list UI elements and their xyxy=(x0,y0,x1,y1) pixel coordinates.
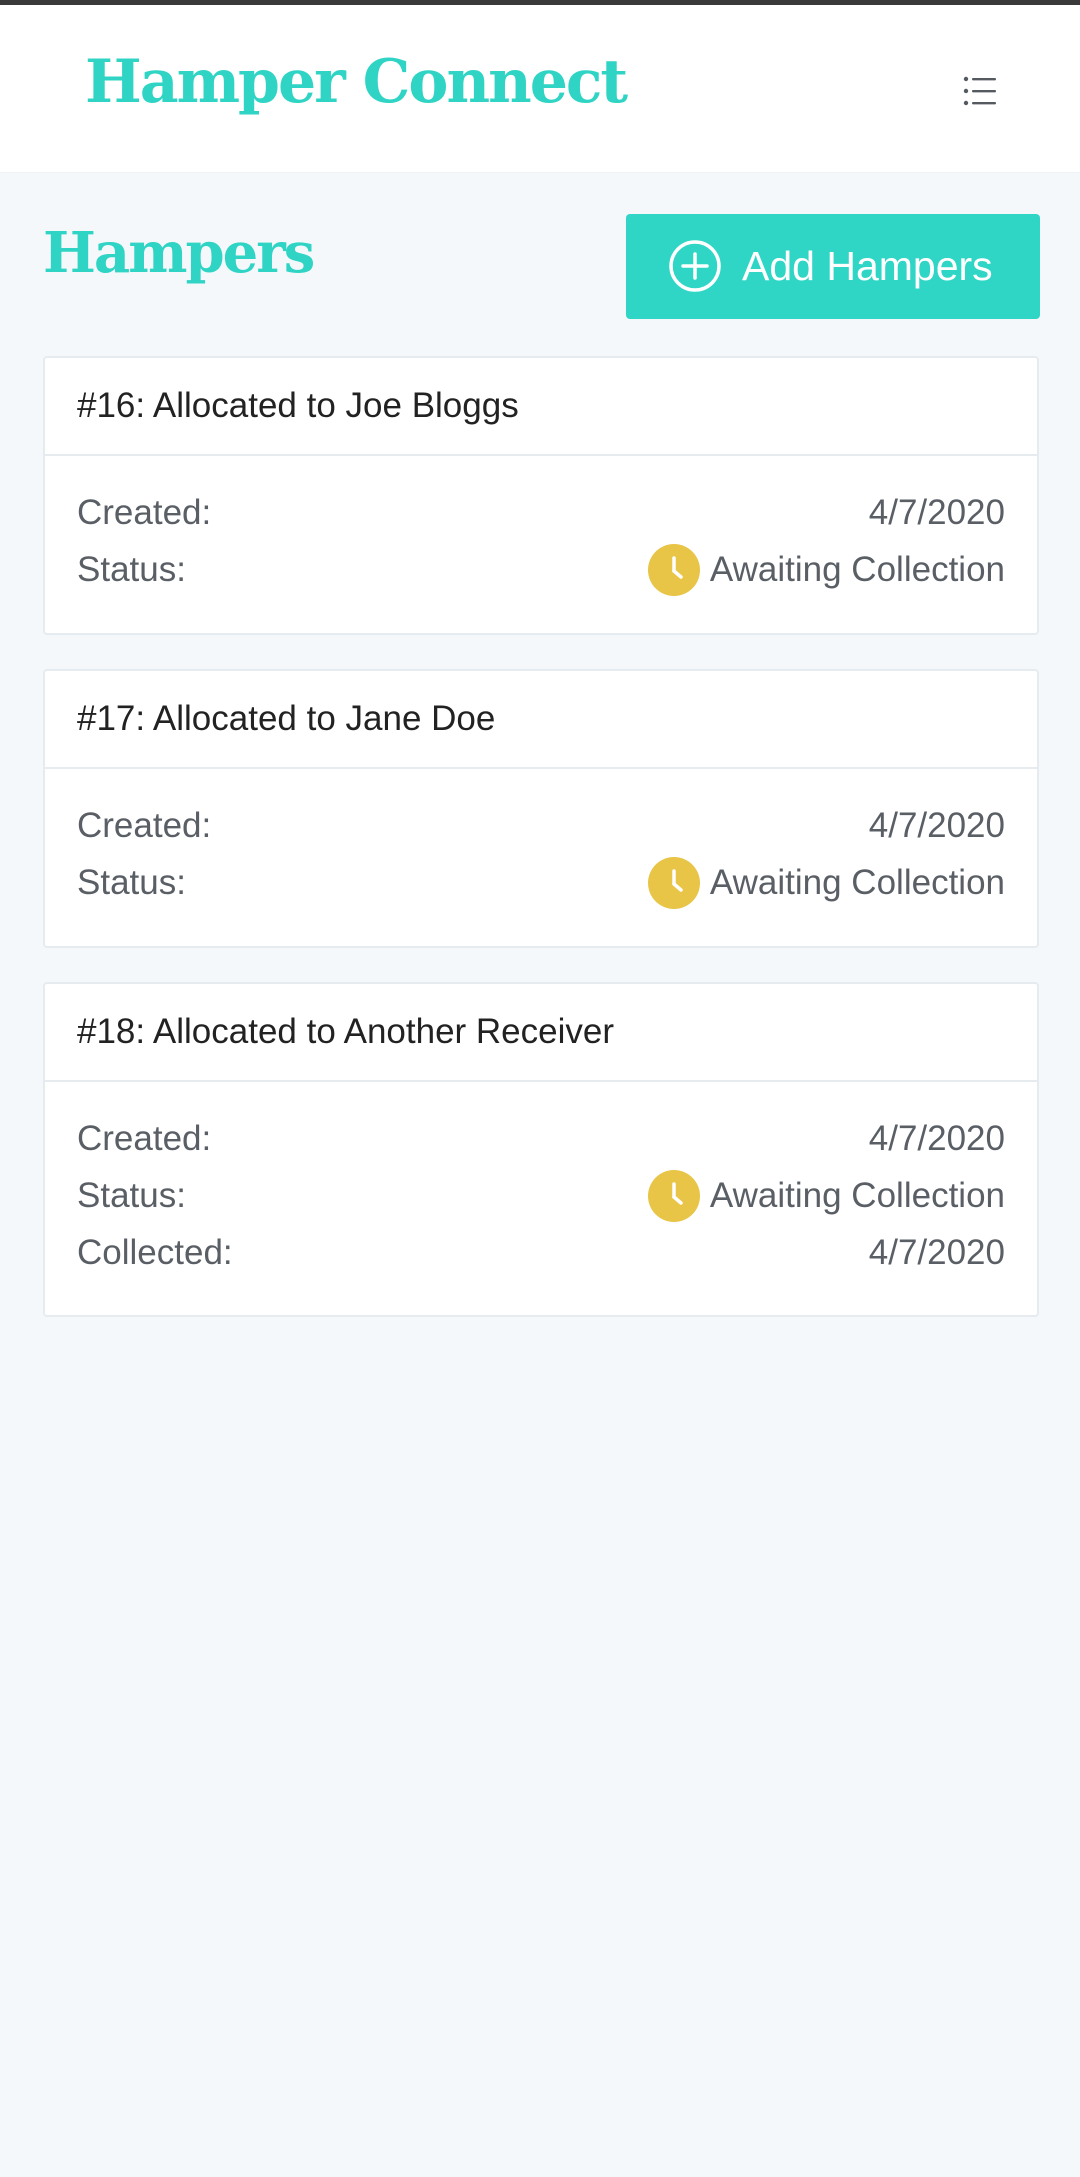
created-row: Created: 4/7/2020 xyxy=(77,1116,1005,1173)
collected-label: Collected: xyxy=(77,1233,233,1272)
created-value: 4/7/2020 xyxy=(868,493,1005,532)
status-row: Status: Awaiting Collection xyxy=(77,1170,1005,1230)
created-value: 4/7/2020 xyxy=(868,1119,1005,1158)
clock-icon xyxy=(647,857,700,909)
hamper-card-body: Created: 4/7/2020 Status: Awaiting Colle… xyxy=(45,1082,1037,1287)
created-label: Created: xyxy=(77,1119,212,1158)
created-value: 4/7/2020 xyxy=(868,806,1005,845)
created-label: Created: xyxy=(77,806,212,845)
status-row: Status: Awaiting Collection xyxy=(77,857,1005,917)
clock-icon xyxy=(647,1170,700,1222)
status-value-wrap: Awaiting Collection xyxy=(647,1170,1005,1222)
menu-button[interactable] xyxy=(956,67,1004,115)
status-value-wrap: Awaiting Collection xyxy=(647,544,1005,596)
list-menu-icon xyxy=(963,76,996,106)
status-label: Status: xyxy=(77,1176,186,1215)
hamper-card-title: #18: Allocated to Another Receiver xyxy=(45,984,1037,1082)
status-value: Awaiting Collection xyxy=(709,863,1005,902)
app-header: Hamper Connect xyxy=(0,5,1080,172)
status-label: Status: xyxy=(77,863,186,902)
hamper-card[interactable]: #16: Allocated to Joe Bloggs Created: 4/… xyxy=(43,356,1039,635)
brand-logo[interactable]: Hamper Connect xyxy=(85,47,628,117)
add-hampers-button[interactable]: Add Hampers xyxy=(626,214,1040,319)
hamper-card-title: #17: Allocated to Jane Doe xyxy=(45,671,1037,769)
clock-icon xyxy=(647,544,700,596)
status-value-wrap: Awaiting Collection xyxy=(647,857,1005,909)
created-row: Created: 4/7/2020 xyxy=(77,490,1005,547)
hamper-card-title: #16: Allocated to Joe Bloggs xyxy=(45,358,1037,456)
add-hampers-label: Add Hampers xyxy=(742,243,993,289)
status-row: Status: Awaiting Collection xyxy=(77,544,1005,604)
status-value: Awaiting Collection xyxy=(709,550,1005,589)
created-row: Created: 4/7/2020 xyxy=(77,803,1005,860)
hamper-card-body: Created: 4/7/2020 Status: Awaiting Colle… xyxy=(45,769,1037,917)
collected-row: Collected: 4/7/2020 xyxy=(77,1230,1005,1287)
status-value: Awaiting Collection xyxy=(709,1176,1005,1215)
plus-circle-icon xyxy=(669,240,721,292)
hamper-card[interactable]: #18: Allocated to Another Receiver Creat… xyxy=(43,982,1039,1317)
hamper-card[interactable]: #17: Allocated to Jane Doe Created: 4/7/… xyxy=(43,669,1039,948)
status-label: Status: xyxy=(77,550,186,589)
collected-value: 4/7/2020 xyxy=(868,1233,1005,1272)
created-label: Created: xyxy=(77,493,212,532)
page-title: Hampers xyxy=(43,220,315,286)
hamper-card-body: Created: 4/7/2020 Status: Awaiting Colle… xyxy=(45,456,1037,604)
